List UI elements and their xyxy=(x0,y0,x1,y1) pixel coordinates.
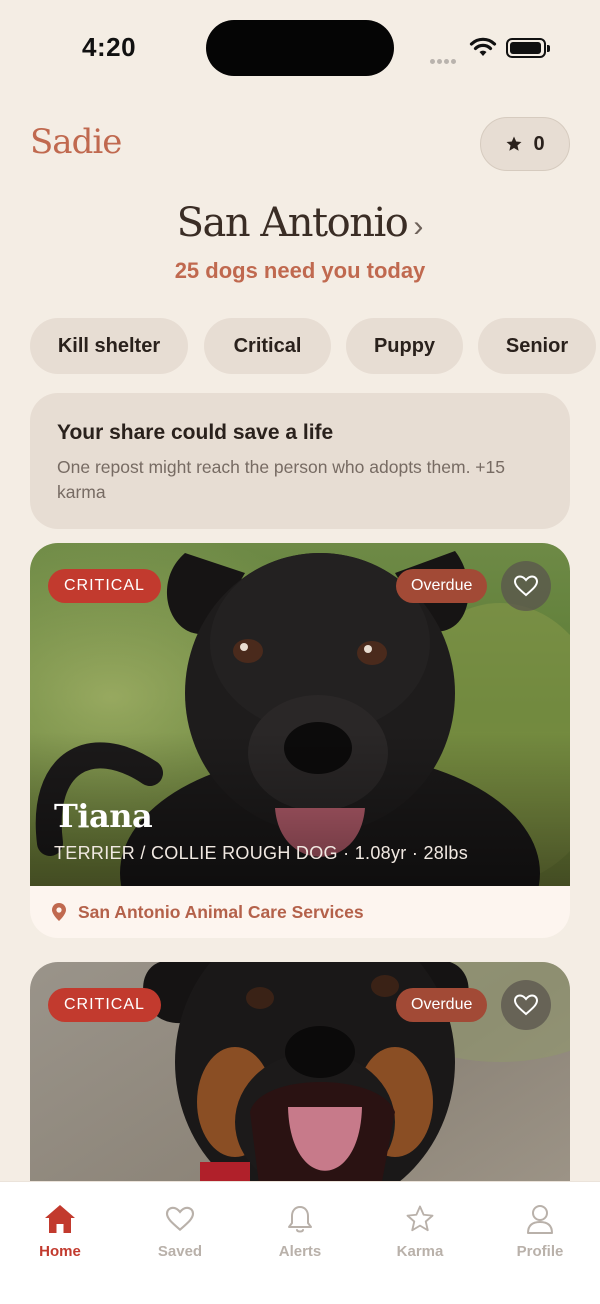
tab-label: Karma xyxy=(396,1243,444,1260)
tab-home[interactable]: Home xyxy=(0,1202,120,1260)
save-dog-button[interactable] xyxy=(501,561,551,611)
filter-chip-critical[interactable]: Critical xyxy=(204,318,331,374)
filter-chip-puppy[interactable]: Puppy xyxy=(346,318,463,374)
battery-icon xyxy=(506,38,550,58)
home-icon xyxy=(45,1205,75,1233)
karma-button[interactable]: 0 xyxy=(480,117,570,171)
overdue-badge: Overdue xyxy=(396,988,488,1022)
status-time: 4:20 xyxy=(82,32,137,62)
banner-text: One repost might reach the person who ad… xyxy=(57,457,505,502)
dog-card[interactable]: CRITICAL Overdue Tiana TERRIER / COLLIE … xyxy=(30,543,570,938)
banner-title: Your share could save a life xyxy=(57,421,334,444)
location-pin-icon xyxy=(52,903,66,921)
tab-label: Home xyxy=(39,1243,81,1260)
bottom-tab-bar: Home Saved Alerts Karma Profile xyxy=(0,1181,600,1304)
bell-icon xyxy=(288,1206,312,1233)
tab-label: Profile xyxy=(516,1243,564,1260)
tab-karma[interactable]: Karma xyxy=(360,1202,480,1260)
shelter-name: San Antonio Animal Care Services xyxy=(78,901,364,922)
city-name: San Antonio xyxy=(176,200,409,246)
critical-badge: CRITICAL xyxy=(48,988,161,1022)
dog-name: Tiana xyxy=(54,797,153,835)
app-logo: Sadie xyxy=(30,122,122,162)
share-banner[interactable]: Your share could save a life One repost … xyxy=(30,393,570,529)
heart-icon xyxy=(514,575,538,597)
overdue-badge: Overdue xyxy=(396,569,488,603)
critical-badge: CRITICAL xyxy=(48,569,161,603)
star-icon xyxy=(506,136,522,151)
tab-label: Saved xyxy=(157,1243,203,1260)
location-selector[interactable]: San Antonio › xyxy=(0,200,600,246)
tab-saved[interactable]: Saved xyxy=(120,1202,240,1260)
dogs-count-subtitle: 25 dogs need you today xyxy=(174,258,426,283)
cellular-signal-icon xyxy=(430,51,458,69)
status-bar: 4:20 xyxy=(0,0,600,96)
person-icon xyxy=(527,1205,553,1234)
heart-icon xyxy=(514,994,538,1016)
tab-label: Alerts xyxy=(278,1243,322,1260)
heart-icon xyxy=(165,1206,195,1232)
dog-photo: CRITICAL Overdue Tiana TERRIER / COLLIE … xyxy=(30,543,570,886)
chevron-right-icon: › xyxy=(413,210,424,243)
wifi-icon xyxy=(469,37,497,56)
filter-chip-kill-shelter[interactable]: Kill shelter xyxy=(30,318,188,374)
dog-breed-age-weight: TERRIER / COLLIE ROUGH DOG · 1.08yr · 28… xyxy=(54,843,468,863)
karma-count: 0 xyxy=(533,132,545,155)
tab-profile[interactable]: Profile xyxy=(480,1202,600,1260)
shelter-location[interactable]: San Antonio Animal Care Services xyxy=(30,886,570,938)
dynamic-island xyxy=(206,20,394,76)
tab-alerts[interactable]: Alerts xyxy=(240,1202,360,1260)
filter-chip-senior[interactable]: Senior xyxy=(478,318,596,374)
star-icon xyxy=(406,1205,434,1232)
save-dog-button[interactable] xyxy=(501,980,551,1030)
